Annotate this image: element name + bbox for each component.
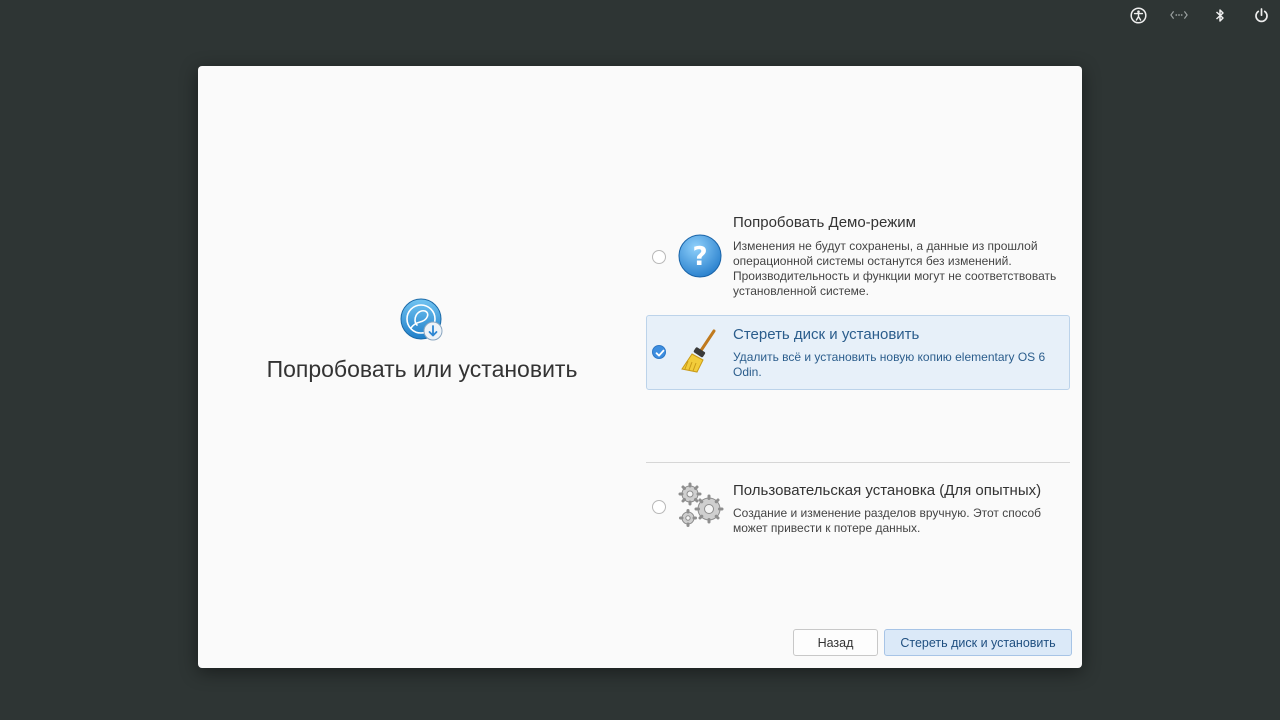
option-try-demo[interactable]: ? Попробовать Демо-режим Изменения не бу… [646,204,1070,304]
svg-text:?: ? [692,242,707,272]
radio-try-demo[interactable] [652,250,666,264]
elementary-installer-icon [400,298,446,344]
separator [646,462,1070,463]
option-erase-install[interactable]: Стереть диск и установить Удалить всё и … [646,315,1070,390]
bluetooth-icon[interactable] [1211,6,1229,24]
network-icon[interactable] [1170,6,1188,24]
option-title: Пользовательская установка (Для опытных) [733,482,1042,499]
broom-icon [678,328,724,374]
system-tray [1106,6,1270,24]
option-description: Удалить всё и установить новую копию ele… [733,350,1046,379]
page-title: Попробовать или установить [266,356,578,382]
question-icon: ? [678,234,724,280]
erase-install-button[interactable]: Стереть диск и установить [884,629,1072,656]
option-title: Попробовать Демо-режим [733,214,916,231]
option-title: Стереть диск и установить [733,326,920,343]
back-button[interactable]: Назад [793,629,878,656]
accessibility-icon[interactable] [1129,6,1147,24]
installer-window: Попробовать или установить ? Попробовать… [198,66,1082,668]
left-pane: Попробовать или установить [198,66,646,668]
option-description: Создание и изменение разделов вручную. Э… [733,506,1042,535]
option-custom-install[interactable]: Пользовательская установка (Для опытных)… [646,472,1070,542]
gears-icon [678,482,724,528]
option-description: Изменения не будут сохранены, а данные и… [733,239,1057,298]
radio-custom-install[interactable] [652,500,666,514]
radio-erase-install[interactable] [652,345,666,359]
power-icon[interactable] [1252,6,1270,24]
